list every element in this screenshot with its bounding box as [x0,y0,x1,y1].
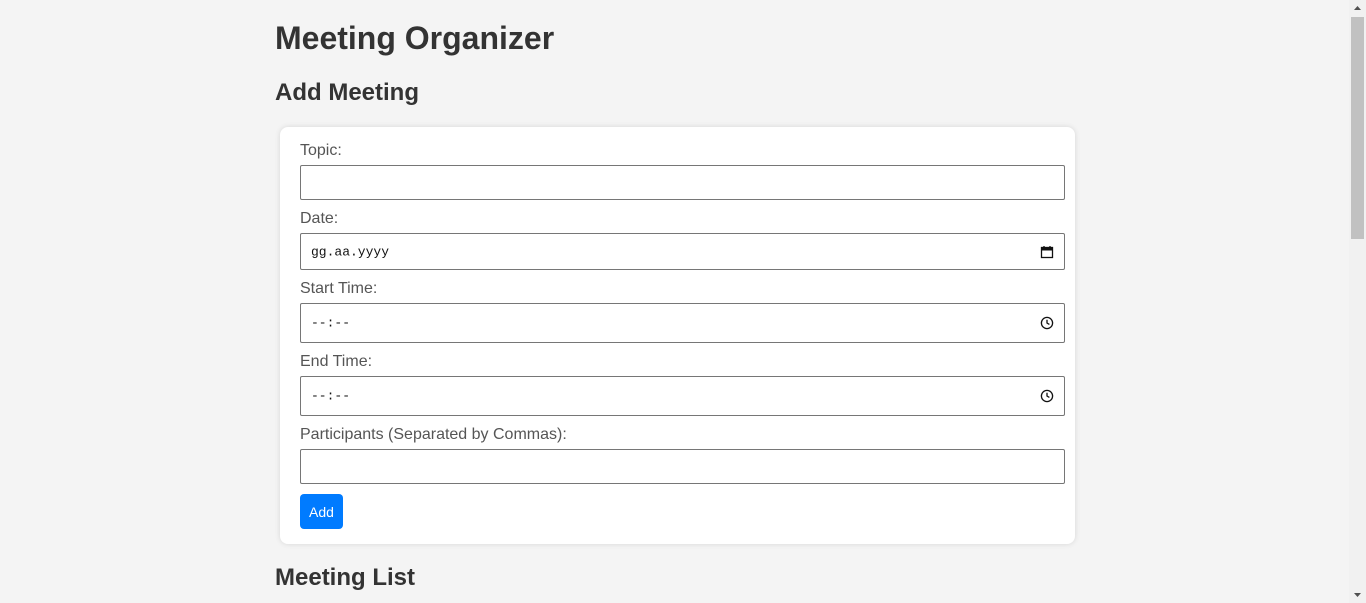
meeting-list-heading: Meeting List [275,564,416,591]
topic-label: Topic: [300,142,342,159]
vertical-scrollbar[interactable] [1349,0,1366,603]
end-time-input[interactable]: --:-- [300,376,1065,416]
clock-icon[interactable] [1040,389,1054,403]
add-meeting-form: Topic: Date: gg.aa.yyyy Start Time: --:-… [280,127,1075,544]
participants-input[interactable] [300,449,1065,484]
scroll-down-arrow-icon[interactable] [1349,586,1366,603]
scrollbar-thumb[interactable] [1351,17,1364,239]
participants-label: Participants (Separated by Commas): [300,426,567,443]
start-time-input[interactable]: --:-- [300,303,1065,343]
page-title: Meeting Organizer [275,20,555,56]
start-time-placeholder: --:-- [311,315,351,331]
calendar-icon[interactable] [1040,245,1054,259]
page: Meeting Organizer Add Meeting Topic: Dat… [0,0,1366,603]
topic-input[interactable] [300,165,1065,200]
end-time-placeholder: --:-- [311,388,351,404]
clock-icon[interactable] [1040,316,1054,330]
date-label: Date: [300,210,339,227]
add-button[interactable]: Add [300,494,343,529]
end-time-label: End Time: [300,353,373,370]
scroll-up-arrow-icon[interactable] [1349,0,1366,17]
add-meeting-heading: Add Meeting [275,79,419,106]
start-time-label: Start Time: [300,280,378,297]
date-input[interactable]: gg.aa.yyyy [300,233,1065,270]
date-placeholder: gg.aa.yyyy [311,244,390,259]
